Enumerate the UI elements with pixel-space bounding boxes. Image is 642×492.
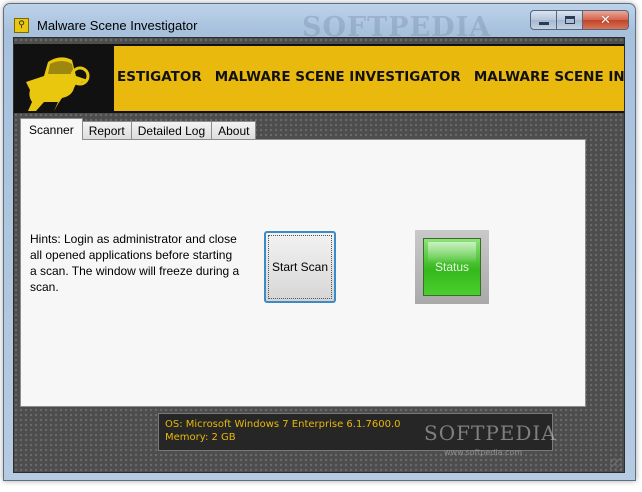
tab-about[interactable]: About bbox=[211, 121, 257, 140]
tab-report[interactable]: Report bbox=[81, 121, 132, 140]
tab-scanner[interactable]: Scanner bbox=[20, 118, 83, 140]
tab-strip: Scanner Report Detailed Log About bbox=[20, 118, 257, 140]
client-area: ESTIGATOR MALWARE SCENE INVESTIGATOR MALWA… bbox=[13, 37, 625, 473]
logo bbox=[14, 46, 114, 111]
tab-detailed-log[interactable]: Detailed Log bbox=[130, 121, 213, 140]
softpedia-watermark: SOFTPEDIA bbox=[424, 421, 557, 445]
hints-text: Hints: Login as administrator and close … bbox=[30, 232, 240, 294]
close-icon: ✕ bbox=[600, 12, 611, 28]
title-bar[interactable]: ⚲ Malware Scene Investigator SOFTPEDIA ✕ bbox=[4, 4, 635, 43]
marquee-segment: MALWARE SCENE INVESTIGATOR bbox=[214, 69, 461, 85]
maximize-button[interactable] bbox=[557, 10, 583, 30]
marquee-text: ESTIGATOR MALWARE SCENE INVESTIGATOR MALWA… bbox=[117, 69, 624, 85]
status-label: Status bbox=[434, 260, 470, 274]
detective-icon bbox=[26, 57, 90, 111]
minimize-button[interactable] bbox=[530, 10, 557, 30]
marquee-segment: ESTIGATOR bbox=[117, 69, 202, 85]
caption-buttons: ✕ bbox=[530, 10, 629, 30]
minimize-icon bbox=[538, 22, 549, 25]
header-banner: ESTIGATOR MALWARE SCENE INVESTIGATOR MALWA… bbox=[14, 44, 624, 113]
scanner-panel: Hints: Login as administrator and close … bbox=[20, 139, 586, 407]
softpedia-url-watermark: www.softpedia.com bbox=[444, 448, 523, 457]
maximize-icon bbox=[564, 16, 575, 24]
window-title: Malware Scene Investigator bbox=[37, 18, 198, 33]
app-window: ⚲ Malware Scene Investigator SOFTPEDIA ✕ bbox=[3, 3, 636, 481]
resize-grip[interactable] bbox=[610, 458, 622, 470]
status-indicator-frame: Status bbox=[415, 230, 489, 304]
status-indicator: Status bbox=[423, 238, 481, 296]
start-scan-button[interactable]: Start Scan bbox=[264, 231, 336, 303]
marquee-segment: MALWARE SCENE INV bbox=[473, 69, 624, 85]
magnifier-app-icon[interactable]: ⚲ bbox=[14, 18, 29, 33]
close-button[interactable]: ✕ bbox=[583, 10, 629, 30]
